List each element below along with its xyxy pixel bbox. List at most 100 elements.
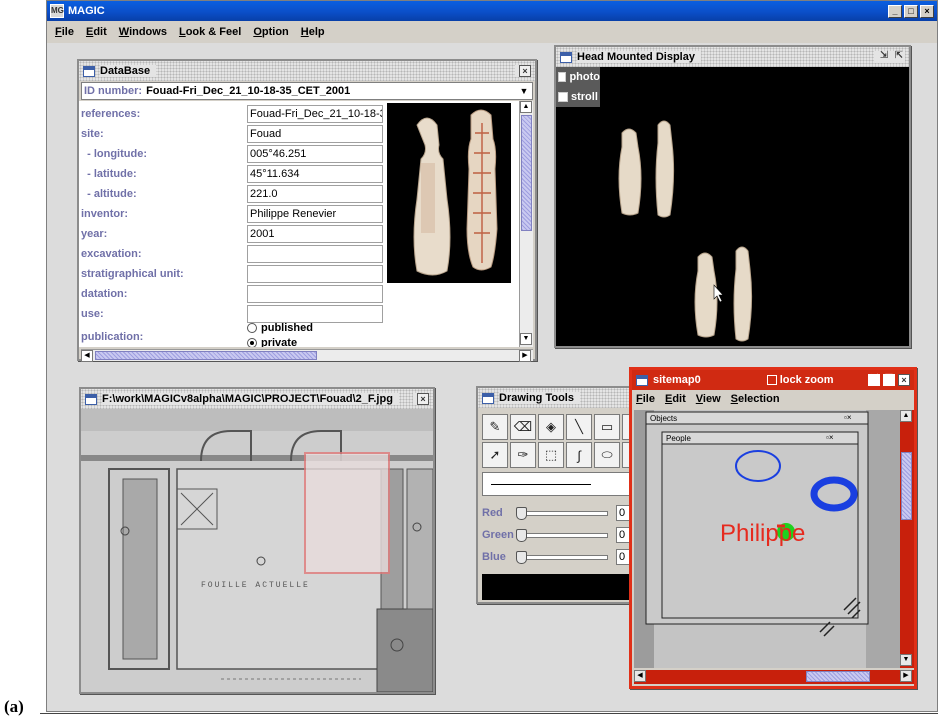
lock-zoom-checkbox[interactable]: lock zoom — [766, 374, 834, 386]
sitemap-horizontal-scrollbar[interactable]: ◀ ▶ — [634, 670, 914, 684]
rectangle-tool-icon[interactable]: ▭ — [594, 414, 620, 440]
scroll-down-icon[interactable]: ▼ — [520, 333, 532, 345]
db-value-field[interactable]: 2001 — [247, 224, 383, 243]
hmd-titlebar[interactable]: Head Mounted Display ⇲ ⇱ — [556, 47, 909, 67]
id-number-select[interactable]: ID number: Fouad-Fri_Dec_21_10-18-35_CET… — [81, 82, 533, 100]
scroll-up-icon[interactable]: ▲ — [520, 101, 532, 113]
scroll-right-icon[interactable]: ▶ — [519, 350, 531, 362]
red-value-field[interactable]: 0 — [616, 505, 630, 521]
iconify-icon[interactable]: ⇲ — [878, 51, 890, 63]
freehand-curve-icon[interactable]: ∫ — [566, 442, 592, 468]
scroll-thumb[interactable] — [806, 671, 870, 682]
sitemap-vertical-scrollbar[interactable]: ▲ ▼ — [900, 410, 914, 668]
select-arrow-icon[interactable]: ➚ — [482, 442, 508, 468]
db-value-field[interactable]: Philippe Renevier — [247, 204, 383, 223]
db-row-altitude: - altitude: 221.0 — [79, 184, 383, 203]
db-key: site: — [81, 127, 104, 140]
scroll-thumb[interactable] — [521, 115, 532, 231]
menu-edit[interactable]: Edit — [86, 26, 107, 38]
ellipse-tool-icon[interactable]: ⬭ — [594, 442, 620, 468]
slider-label: Blue — [482, 551, 506, 563]
hmd-scene — [618, 120, 753, 342]
sitemap-menu-edit[interactable]: Edit — [665, 393, 686, 405]
db-value-field[interactable]: Fouad-Fri_Dec_21_10-18-3 — [247, 104, 383, 123]
layer-close-icon[interactable]: ▫× — [826, 433, 834, 442]
sitemap-titlebar[interactable]: sitemap0 lock zoom ⇲ ⇱ × — [632, 370, 914, 390]
green-slider[interactable] — [516, 528, 608, 542]
scroll-thumb[interactable] — [95, 351, 317, 360]
publication-radio-group: published private — [247, 322, 313, 347]
excavation-plan-image[interactable]: FOUILLE ACTUELLE — [81, 409, 433, 692]
scroll-left-icon[interactable]: ◀ — [634, 670, 646, 682]
blue-slider[interactable] — [516, 550, 608, 564]
db-row-publication: publication: — [79, 327, 245, 346]
drawing-tools-titlebar[interactable]: Drawing Tools — [478, 388, 652, 408]
marquee-select-icon[interactable]: ⬚ — [538, 442, 564, 468]
db-value-field[interactable] — [247, 304, 383, 323]
image-viewer-close-button[interactable]: × — [417, 393, 429, 405]
scroll-thumb[interactable] — [901, 452, 912, 520]
app-titlebar[interactable]: MG MAGIC _ □ × — [47, 1, 937, 21]
db-key: datation: — [81, 287, 128, 300]
scroll-up-icon[interactable]: ▲ — [900, 410, 912, 422]
db-row-latitude: - latitude: 45°11.634 — [79, 164, 383, 183]
menu-file[interactable]: File — [55, 26, 74, 38]
menu-look-and-feel[interactable]: Look & Feel — [179, 26, 241, 38]
eraser-icon[interactable]: ⌫ — [510, 414, 536, 440]
hmd-viewport[interactable]: photo stroll — [556, 67, 909, 346]
database-horizontal-scrollbar[interactable]: ◀ ▶ — [81, 349, 533, 362]
red-slider[interactable] — [516, 506, 608, 520]
db-value-field[interactable]: Fouad — [247, 124, 383, 143]
database-vertical-scrollbar[interactable]: ▲ ▼ — [519, 101, 533, 347]
slider-knob[interactable] — [516, 550, 527, 564]
slider-knob[interactable] — [516, 528, 527, 542]
db-row-use: use: — [79, 304, 383, 323]
maximize-icon[interactable]: ⇱ — [893, 51, 905, 63]
radio-published[interactable]: published — [247, 322, 313, 334]
fill-bucket-icon[interactable]: ◈ — [538, 414, 564, 440]
database-frame: DataBase × ID number: Fouad-Fri_Dec_21_1… — [77, 59, 537, 362]
scroll-right-icon[interactable]: ▶ — [900, 670, 912, 682]
db-value-field[interactable] — [247, 264, 383, 283]
maximize-icon[interactable]: ⇱ — [883, 374, 895, 386]
layer-close-icon[interactable]: ▫× — [844, 413, 852, 422]
database-titlebar[interactable]: DataBase × — [79, 61, 535, 81]
minimize-button[interactable]: _ — [888, 4, 902, 18]
db-key: stratigraphical unit: — [81, 267, 184, 280]
db-value-field[interactable]: 005°46.251 — [247, 144, 383, 163]
color-picker-icon[interactable]: ✑ — [510, 442, 536, 468]
db-row-references: references: Fouad-Fri_Dec_21_10-18-3 — [79, 104, 383, 123]
db-value-field[interactable] — [247, 244, 383, 263]
iconify-icon[interactable]: ⇲ — [868, 374, 880, 386]
pencil-icon[interactable]: ✎ — [482, 414, 508, 440]
radio-private[interactable]: private — [247, 337, 313, 347]
line-style-select[interactable] — [482, 472, 652, 496]
sitemap-menu-file[interactable]: File — [636, 393, 655, 405]
drawing-tools-frame: Drawing Tools ✎ ⌫ ◈ ╲ ▭ ▱ ➚ ✑ ⬚ ∫ ⬭ ▢ Re… — [476, 386, 654, 604]
maximize-button[interactable]: □ — [904, 4, 918, 18]
menu-option[interactable]: Option — [253, 26, 288, 38]
person-name-label: Philippe — [720, 520, 806, 547]
blue-value-field[interactable]: 0 — [616, 549, 630, 565]
app-menubar: File Edit Windows Look & Feel Option Hel… — [47, 21, 937, 43]
slider-knob[interactable] — [516, 506, 527, 520]
line-tool-icon[interactable]: ╲ — [566, 414, 592, 440]
sitemap-menu-view[interactable]: View — [696, 393, 721, 405]
red-slider-row: Red 0 — [482, 504, 630, 522]
sitemap-menu-selection[interactable]: Selection — [731, 393, 780, 405]
menu-windows[interactable]: Windows — [119, 26, 167, 38]
db-value-field[interactable] — [247, 284, 383, 303]
green-value-field[interactable]: 0 — [616, 527, 630, 543]
sitemap-close-icon[interactable]: × — [898, 374, 910, 386]
menu-help[interactable]: Help — [301, 26, 325, 38]
scroll-left-icon[interactable]: ◀ — [81, 350, 93, 362]
scroll-down-icon[interactable]: ▼ — [900, 654, 912, 666]
chevron-down-icon[interactable]: ▼ — [516, 86, 532, 96]
database-close-button[interactable]: × — [519, 65, 531, 77]
db-value-field[interactable]: 221.0 — [247, 184, 383, 203]
db-value-field[interactable]: 45°11.634 — [247, 164, 383, 183]
close-button[interactable]: × — [920, 4, 934, 18]
plan-label: FOUILLE ACTUELLE — [201, 581, 310, 590]
image-viewer-titlebar[interactable]: F:\work\MAGICv8alpha\MAGIC\PROJECT\Fouad… — [81, 389, 433, 409]
sitemap-canvas[interactable]: Objects ▫× People ▫× Philippe — [634, 410, 900, 668]
